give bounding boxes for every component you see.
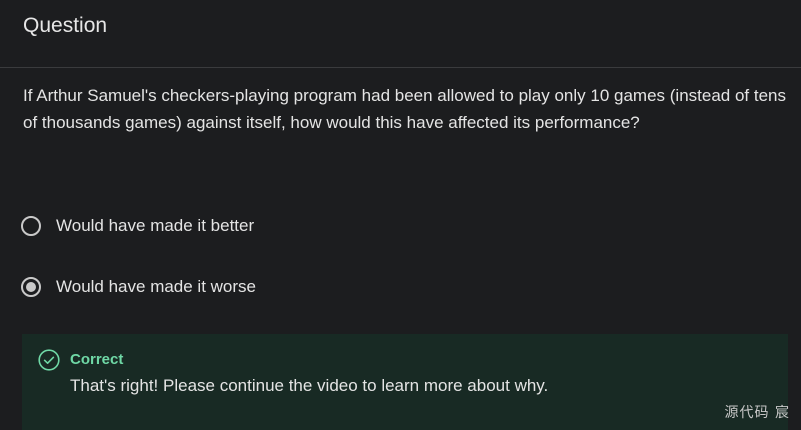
question-header: Question bbox=[0, 0, 801, 68]
check-circle-icon bbox=[38, 349, 60, 371]
radio-button-unselected[interactable] bbox=[21, 216, 41, 236]
option-label: Would have made it worse bbox=[56, 277, 257, 296]
feedback-status: Correct bbox=[70, 351, 124, 368]
question-prompt: If Arthur Samuel's checkers-playing prog… bbox=[23, 86, 786, 132]
option-label: Would have made it better bbox=[56, 216, 255, 235]
option-made-worse[interactable]: Would have made it worse bbox=[21, 274, 256, 300]
page-title: Question bbox=[23, 14, 108, 37]
feedback-message: That's right! Please continue the video … bbox=[70, 376, 549, 395]
option-made-better[interactable]: Would have made it better bbox=[21, 213, 254, 239]
radio-button-selected[interactable] bbox=[21, 277, 41, 297]
feedback-panel: Correct That's right! Please continue th… bbox=[22, 334, 788, 430]
watermark: 源代码 宸 bbox=[724, 405, 790, 421]
